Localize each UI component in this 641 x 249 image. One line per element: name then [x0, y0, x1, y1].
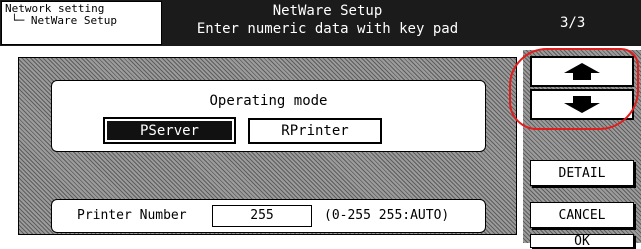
pserver-button[interactable]: PServer	[103, 117, 236, 144]
rprinter-button[interactable]: RPrinter	[248, 118, 382, 144]
header-bar: Network setting └─ NetWare Setup NetWare…	[0, 0, 641, 46]
breadcrumb: Network setting └─ NetWare Setup	[1, 1, 162, 45]
printer-number-label: Printer Number	[77, 208, 187, 223]
cancel-button[interactable]: CANCEL	[530, 202, 634, 228]
page-indicator: 3/3	[560, 15, 586, 31]
scroll-down-button[interactable]	[530, 89, 634, 120]
page-instruction: Enter numeric data with key pad	[196, 21, 459, 37]
arrow-up-icon	[564, 63, 600, 80]
printer-number-field[interactable]: 255	[212, 205, 312, 227]
page-title: NetWare Setup	[272, 3, 383, 19]
scroll-up-button[interactable]	[530, 56, 634, 87]
arrow-down-icon	[564, 96, 600, 113]
printer-number-range: (0-255 255:AUTO)	[324, 208, 450, 223]
ok-button[interactable]: OK	[530, 234, 634, 249]
breadcrumb-current: └─ NetWare Setup	[11, 14, 117, 27]
operating-mode-label: Operating mode	[209, 93, 328, 109]
header-title-block: NetWare Setup Enter numeric data with ke…	[175, 2, 480, 38]
detail-button[interactable]: DETAIL	[530, 160, 634, 186]
